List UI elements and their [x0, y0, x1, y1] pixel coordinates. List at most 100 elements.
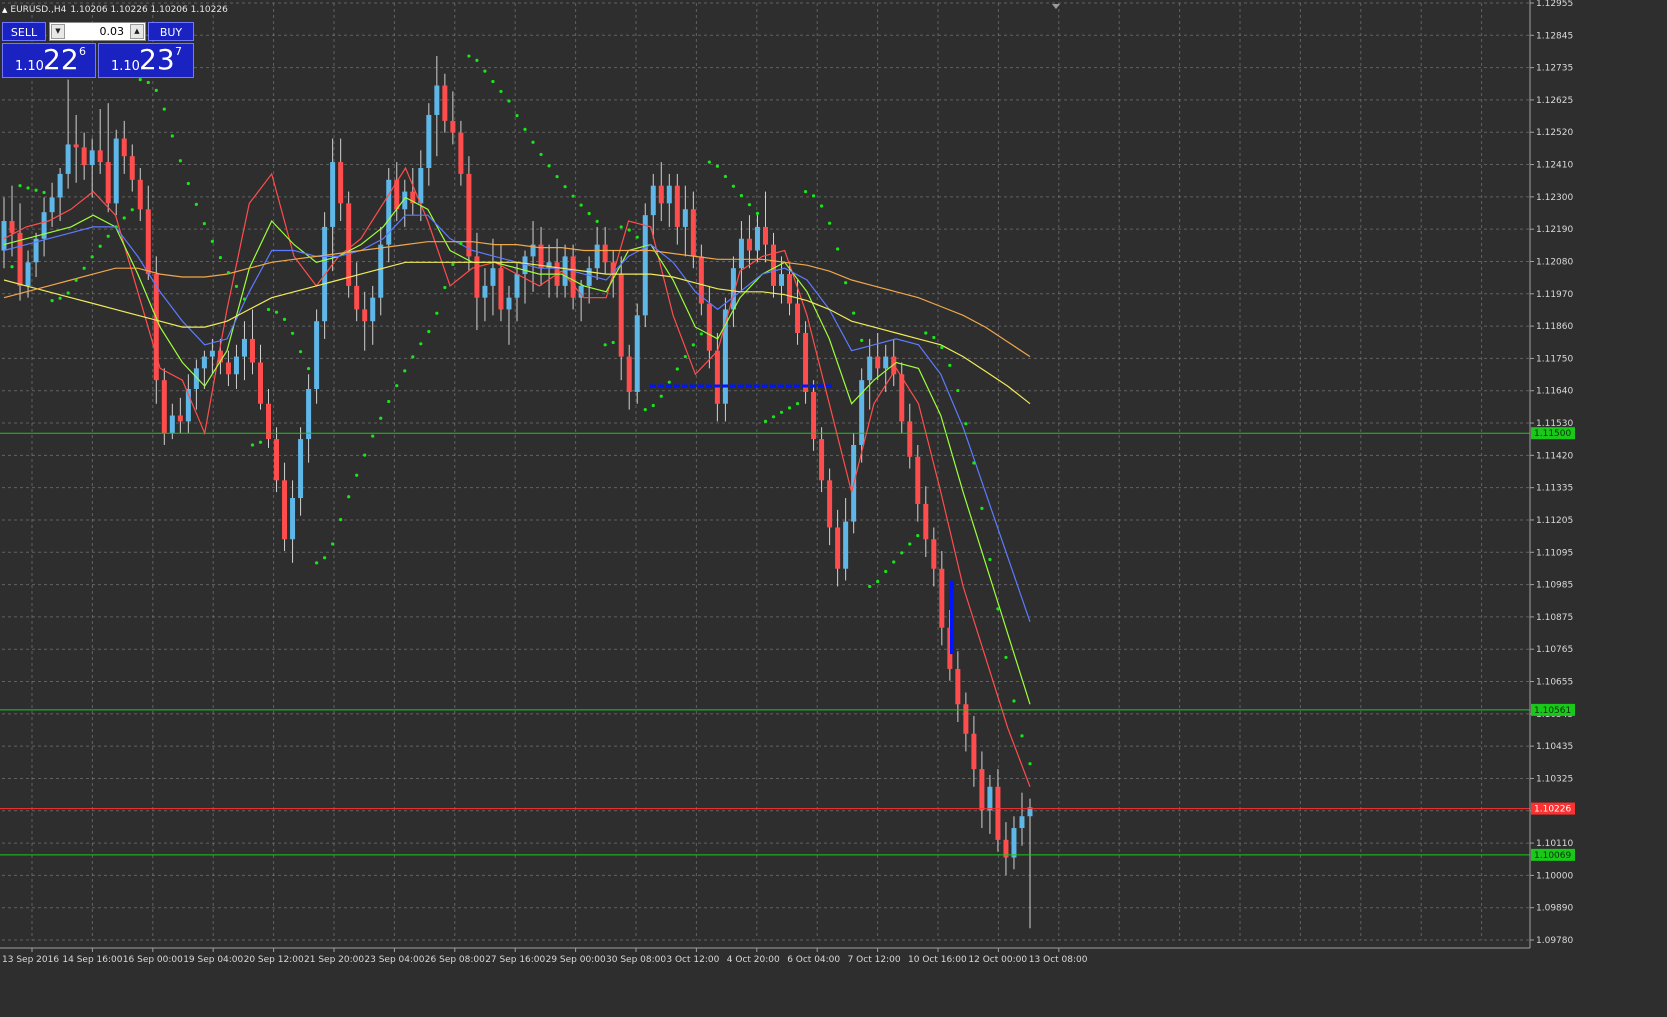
buy-price-prefix: 1.10 — [111, 59, 140, 74]
sell-price-button[interactable]: 1.10 22 6 — [2, 43, 96, 78]
candle-body — [169, 415, 175, 434]
sar-dot — [50, 299, 54, 303]
sar-dot — [571, 194, 575, 198]
candle[interactable] — [346, 191, 352, 298]
sar-dot — [403, 369, 407, 373]
sar-dot — [186, 181, 190, 186]
candle-body — [907, 421, 913, 457]
chart-window[interactable]: 1.12955 1.12845 1.12735 1.12625 1.12520 1.124… — [0, 0, 1667, 1017]
sar-dot — [643, 408, 647, 412]
sar-dot — [130, 208, 134, 212]
candle-body — [506, 297, 512, 310]
time-tick-label: 16 Sep 00:00 — [123, 955, 183, 965]
candle-body — [738, 238, 744, 269]
candle-body — [241, 338, 247, 357]
buy-button[interactable]: BUY — [148, 22, 194, 41]
candle-body — [9, 221, 15, 233]
candle-body — [177, 415, 183, 422]
price-tick-label: 1.12190 — [1536, 225, 1573, 235]
chart-canvas[interactable]: 1.12955 1.12845 1.12735 1.12625 1.12520 1.124… — [0, 0, 1667, 1017]
sar-dot — [331, 542, 335, 546]
sar-dot — [683, 354, 687, 359]
candle-body — [450, 120, 456, 133]
sar-dot — [411, 355, 415, 359]
candle-body — [963, 704, 969, 734]
candle-body — [418, 168, 424, 204]
price-tick-label: 1.11095 — [1536, 548, 1573, 558]
lot-size-stepper[interactable]: ▼ ▲ — [49, 22, 146, 41]
candle-body — [626, 356, 632, 392]
sar-dot — [996, 607, 1000, 611]
price-tick-label: 1.11205 — [1536, 516, 1573, 526]
candle-body — [875, 356, 881, 369]
candle-body — [129, 156, 135, 180]
sell-button[interactable]: SELL — [2, 22, 46, 41]
candle[interactable] — [113, 129, 119, 216]
candle-body — [1011, 828, 1017, 858]
candle-body — [843, 521, 849, 569]
candle-body — [883, 356, 889, 369]
price-tick-label: 1.11420 — [1536, 451, 1573, 461]
sar-dot — [635, 235, 639, 239]
candle-body — [650, 185, 656, 216]
time-tick-label: 7 Oct 12:00 — [848, 955, 901, 965]
candle[interactable] — [634, 303, 640, 404]
candle-body — [145, 209, 151, 275]
sar-dot — [98, 244, 102, 248]
sar-dot — [10, 265, 14, 269]
sar-dot — [755, 211, 760, 215]
sar-dot — [451, 262, 455, 266]
sar-dot — [491, 79, 495, 84]
candle[interactable] — [803, 321, 809, 404]
sar-dot — [795, 401, 800, 406]
candle-body — [594, 244, 600, 269]
candle-body — [338, 162, 344, 204]
sar-dot — [483, 69, 487, 73]
sar-dot — [34, 188, 38, 192]
lot-decrease-button[interactable]: ▼ — [51, 24, 65, 39]
sar-dot — [763, 419, 768, 424]
candle-body — [827, 480, 833, 528]
candle-body — [290, 498, 296, 540]
sar-dot — [443, 285, 447, 290]
collapse-triangle-icon[interactable]: ▲ — [2, 6, 7, 14]
sar-dot — [531, 140, 535, 144]
sar-dot — [595, 219, 599, 223]
candle-body — [995, 786, 1001, 840]
sar-dot — [459, 241, 463, 246]
candle-body — [835, 527, 841, 569]
price-tick-label: 1.11335 — [1536, 484, 1573, 494]
candle-body — [562, 256, 568, 286]
sar-dot — [26, 186, 30, 190]
sar-dot — [475, 58, 479, 62]
candle-body — [81, 147, 87, 166]
sar-dot — [892, 560, 896, 564]
sar-dot — [747, 203, 752, 207]
candle-body — [209, 350, 215, 357]
candle-body — [298, 439, 304, 499]
time-tick-label: 19 Sep 04:00 — [183, 955, 243, 965]
sar-dot — [290, 331, 295, 335]
sar-dot — [868, 584, 872, 589]
sar-dot — [218, 256, 223, 260]
time-tick-label: 26 Sep 08:00 — [425, 955, 485, 965]
candle-body — [674, 185, 680, 227]
sar-dot — [828, 221, 832, 225]
buy-price-button[interactable]: 1.10 23 7 — [98, 43, 194, 78]
time-tick-label: 3 Oct 12:00 — [666, 955, 719, 965]
candle-body — [362, 309, 368, 322]
lot-size-input[interactable] — [67, 24, 127, 39]
candle-body — [249, 338, 255, 363]
price-tick-label: 1.12410 — [1536, 161, 1573, 171]
chart-background — [0, 0, 1667, 1017]
lot-increase-button[interactable]: ▲ — [130, 24, 144, 39]
candle[interactable] — [642, 203, 648, 328]
sar-dot — [250, 443, 255, 447]
price-tick-label: 1.10435 — [1536, 742, 1573, 752]
sar-dot — [627, 228, 631, 232]
candle-body — [931, 539, 937, 569]
sar-dot — [924, 331, 928, 335]
candle-body — [378, 244, 384, 298]
price-tick-label: 1.10655 — [1536, 678, 1573, 688]
candle-body — [634, 315, 640, 392]
